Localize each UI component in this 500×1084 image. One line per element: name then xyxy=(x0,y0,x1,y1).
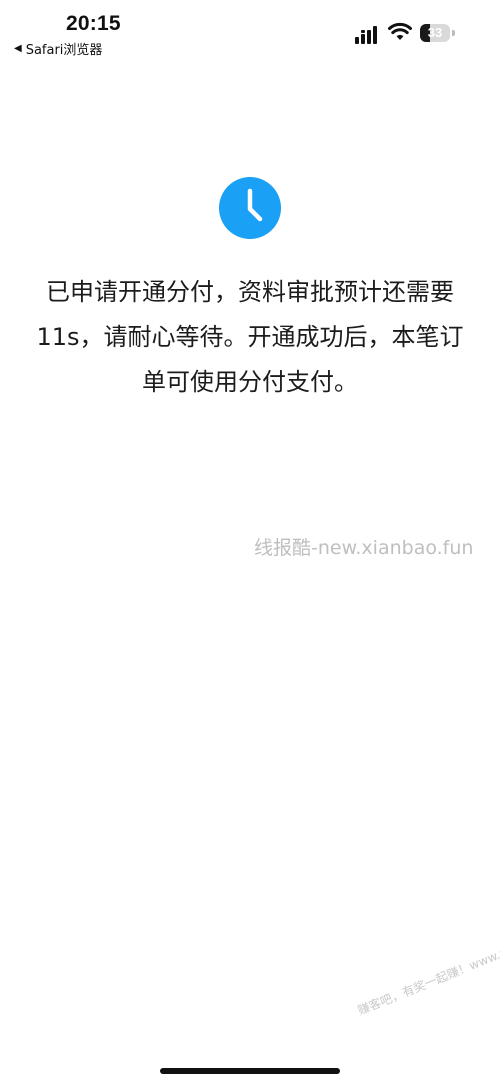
battery-body: 33 xyxy=(420,24,450,42)
battery-cap xyxy=(452,30,455,36)
status-message-line-1: 已申请开通分付，资料审批预计还需要 xyxy=(46,278,454,306)
cellular-signal-icon xyxy=(355,26,377,44)
status-message-line-3: 单可使用分付支付。 xyxy=(142,368,358,396)
battery-level-text: 33 xyxy=(427,25,443,40)
corner-watermark: 赚客吧，有奖一起赚！www.zuanke8.com xyxy=(355,917,500,1018)
status-message: 已申请开通分付，资料审批预计还需要 11s，请耐心等待。开通成功后，本笔订 单可… xyxy=(20,270,480,405)
back-to-app-link[interactable]: ◀ Safari浏览器 xyxy=(14,39,102,58)
wifi-icon xyxy=(388,22,412,40)
status-time: 20:15 xyxy=(66,12,121,35)
status-message-line-2: 11s，请耐心等待。开通成功后，本笔订 xyxy=(36,323,464,351)
back-arrow-icon: ◀ xyxy=(14,43,22,54)
site-watermark: 线报酷-new.xianbao.fun xyxy=(254,537,474,559)
back-app-label: Safari浏览器 xyxy=(25,43,103,58)
clock-icon xyxy=(219,177,281,239)
status-bar: 20:15 ◀ Safari浏览器 33 xyxy=(0,0,500,60)
home-indicator[interactable] xyxy=(160,1068,340,1074)
battery-icon: 33 xyxy=(420,24,456,42)
